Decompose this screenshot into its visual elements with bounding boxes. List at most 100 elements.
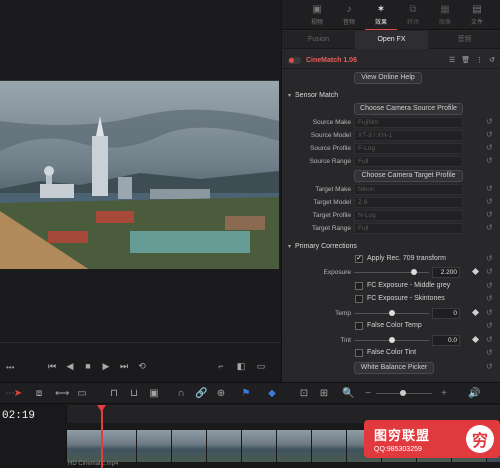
fx-tab-fusion[interactable]: Fusion	[282, 31, 355, 49]
exposure-value-field[interactable]: 2.200	[432, 267, 460, 278]
zoom-slider[interactable]	[376, 390, 432, 396]
zoom-detail-icon[interactable]: ⊞	[318, 388, 330, 399]
fc-skintones-checkbox[interactable]	[355, 295, 363, 303]
reset-icon[interactable]: ↺	[489, 56, 495, 64]
tint-slider[interactable]	[354, 337, 429, 343]
temp-value-field[interactable]: 0	[432, 308, 460, 319]
target-make-field[interactable]: Nikon	[354, 184, 463, 195]
snapping-magnet-icon[interactable]: ∩	[175, 388, 187, 399]
tab-transition[interactable]: ⧉ 转场	[397, 0, 429, 30]
marker-icon[interactable]: ◆	[266, 388, 278, 399]
zoom-out-icon[interactable]: −	[362, 388, 374, 399]
temp-slider[interactable]	[354, 310, 429, 316]
keyframe-diamond-icon[interactable]	[471, 308, 480, 317]
reset-icon[interactable]: ↺	[486, 335, 493, 344]
keyframe-diamond-icon[interactable]	[471, 335, 480, 344]
transport-controls: ⏮ ◀ ■ ▶ ⏭ ⟲	[46, 360, 148, 372]
target-range-field[interactable]: Full	[354, 223, 463, 234]
go-to-start-icon[interactable]: ⏮	[46, 360, 58, 372]
apply-rec709-checkbox[interactable]: ✓	[355, 255, 363, 263]
reset-icon[interactable]: ↺	[486, 294, 493, 303]
mark-in-icon[interactable]: ⌐	[215, 360, 227, 372]
zoom-slider-knob[interactable]	[400, 390, 406, 396]
white-balance-picker-button[interactable]: White Balance Picker	[354, 362, 434, 374]
tab-image[interactable]: ▦ 图像	[429, 0, 461, 30]
reset-icon[interactable]: ↺	[486, 210, 493, 219]
reset-icon[interactable]: ↺	[486, 117, 493, 126]
flag-icon[interactable]: ⚑	[240, 388, 252, 399]
tab-video[interactable]: ▣ 视频	[301, 0, 333, 30]
link-icon[interactable]: 🔗	[195, 388, 207, 399]
reset-icon[interactable]: ↺	[486, 143, 493, 152]
speaker-icon[interactable]: 🔊	[468, 388, 480, 399]
zoom-magnifier-icon[interactable]: 🔍	[342, 388, 354, 399]
fx-tab-openfx[interactable]: Open FX	[355, 30, 428, 49]
exposure-slider-knob[interactable]	[411, 269, 417, 275]
target-profile-label: Target Profile	[312, 212, 351, 219]
view-online-help-button[interactable]: View Online Help	[354, 72, 422, 84]
zoom-full-icon[interactable]: ⊡	[298, 388, 310, 399]
keyframe-diamond-icon[interactable]	[471, 267, 480, 276]
reset-icon[interactable]: ↺	[486, 308, 493, 317]
exposure-slider[interactable]	[354, 269, 429, 275]
reset-icon[interactable]: ↺	[486, 223, 493, 232]
play-icon[interactable]: ▶	[100, 360, 112, 372]
lock-icon[interactable]: ⊕	[215, 388, 227, 399]
source-profile-field[interactable]: F-Log	[354, 143, 463, 154]
stop-icon[interactable]: ■	[82, 360, 94, 372]
replace-clip-icon[interactable]: ▣	[148, 388, 160, 399]
reset-icon[interactable]: ↺	[486, 267, 493, 276]
match-frame-icon[interactable]: ▭	[255, 360, 267, 372]
fx-tab-audio[interactable]: 音频	[428, 31, 500, 49]
source-make-field[interactable]: Fujifilm	[354, 117, 463, 128]
reset-icon[interactable]: ↺	[486, 130, 493, 139]
fc-mid-grey-label: FC Exposure - Middle grey	[367, 282, 451, 289]
choose-target-profile-button[interactable]: Choose Camera Target Profile	[354, 170, 463, 182]
source-model-field[interactable]: XT-3 / XH-1	[354, 130, 463, 141]
reset-icon[interactable]: ↺	[486, 281, 493, 290]
dynamic-trim-icon[interactable]: ⟷	[55, 388, 69, 399]
section-sensor-match[interactable]: ▾ Sensor Match	[282, 88, 500, 102]
section-primary-corrections[interactable]: ▾ Primary Corrections	[282, 239, 500, 253]
selection-arrow-icon[interactable]: ➤	[12, 388, 24, 399]
source-range-field[interactable]: Full	[354, 156, 463, 167]
playhead-line[interactable]	[101, 405, 103, 468]
more-dots-icon[interactable]: ⋮	[476, 56, 483, 64]
false-color-tint-checkbox[interactable]	[355, 349, 363, 357]
reset-icon[interactable]: ↺	[486, 156, 493, 165]
go-to-end-icon[interactable]: ⏭	[118, 360, 130, 372]
play-reverse-icon[interactable]: ◀	[64, 360, 76, 372]
blade-tool-icon[interactable]: ▭	[76, 388, 88, 399]
fc-mid-grey-checkbox[interactable]	[355, 282, 363, 290]
reset-icon[interactable]: ↺	[486, 362, 493, 371]
loop-icon[interactable]: ⟲	[136, 360, 148, 372]
tint-slider-knob[interactable]	[388, 337, 395, 343]
trash-icon[interactable]: 🗑	[461, 56, 470, 64]
apply-rec709-label: Apply Rec. 709 transform	[367, 255, 446, 262]
tab-audio[interactable]: ♪ 音频	[333, 0, 365, 30]
tab-effects[interactable]: ✶ 效果	[365, 0, 397, 30]
false-color-temp-checkbox[interactable]	[355, 322, 363, 330]
target-model-field[interactable]: Z 6	[354, 197, 463, 208]
video-preview-frame[interactable]	[0, 80, 279, 269]
temp-slider-knob[interactable]	[388, 310, 395, 316]
tint-value-field[interactable]: 0.0	[432, 335, 460, 346]
reset-icon[interactable]: ↺	[486, 184, 493, 193]
plugin-enable-toggle[interactable]	[288, 56, 301, 64]
viewer-options-dots-icon[interactable]: •••	[6, 363, 14, 372]
watermark-logo: 穷	[466, 425, 494, 453]
zoom-in-icon[interactable]: +	[438, 388, 450, 399]
reset-icon[interactable]: ↺	[486, 321, 493, 330]
trim-tool-icon[interactable]: ⧈	[33, 388, 45, 399]
menu-lines-icon[interactable]: ☰	[449, 56, 455, 64]
mark-out-icon[interactable]: ◧	[235, 360, 247, 372]
target-profile-field[interactable]: N-Log	[354, 210, 463, 221]
row-target-range: Target Range Full ↺	[282, 223, 500, 236]
tab-file[interactable]: ▤ 文件	[461, 0, 493, 30]
choose-source-profile-button[interactable]: Choose Camera Source Profile	[354, 103, 463, 115]
insert-clip-icon[interactable]: ⊓	[108, 388, 120, 399]
reset-icon[interactable]: ↺	[486, 348, 493, 357]
overwrite-clip-icon[interactable]: ⊔	[128, 388, 140, 399]
reset-icon[interactable]: ↺	[486, 197, 493, 206]
reset-icon[interactable]: ↺	[486, 254, 493, 263]
